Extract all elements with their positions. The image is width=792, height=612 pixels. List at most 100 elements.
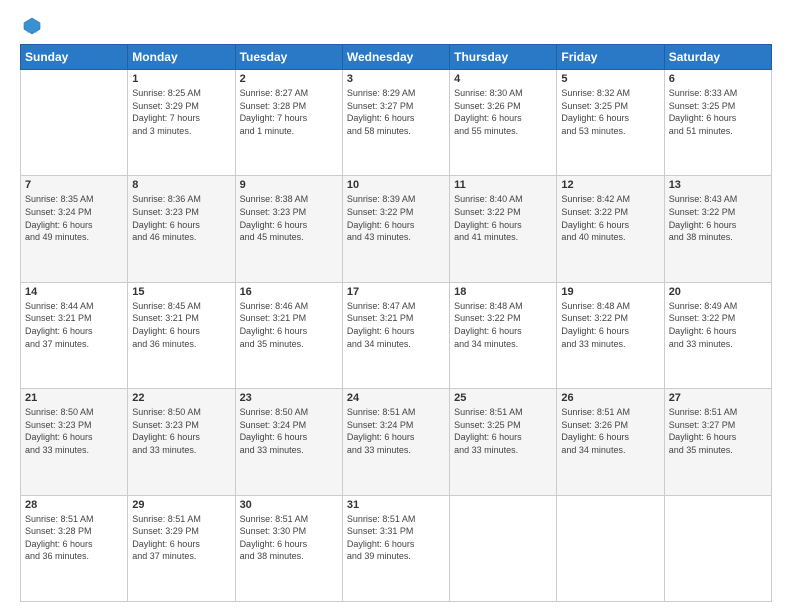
calendar-cell: 14Sunrise: 8:44 AM Sunset: 3:21 PM Dayli… — [21, 282, 128, 388]
day-number: 11 — [454, 179, 552, 191]
calendar-cell: 22 Sunrise: 8:50 AM Sunset: 3:23 PM Dayli… — [128, 389, 235, 495]
calendar-week-3: 14Sunrise: 8:44 AM Sunset: 3:21 PM Dayli… — [21, 282, 772, 388]
calendar-cell: 13Sunrise: 8:43 AM Sunset: 3:22 PM Dayli… — [664, 176, 771, 282]
day-number: 30 — [240, 499, 338, 511]
calendar-header-wednesday: Wednesday — [342, 45, 449, 70]
calendar-cell: 6 Sunrise: 8:33 AM Sunset: 3:25 PM Daylig… — [664, 70, 771, 176]
day-info: Sunrise: 8:27 AM Sunset: 3:28 PM Dayligh… — [240, 87, 338, 137]
calendar-cell — [21, 70, 128, 176]
day-number: 18 — [454, 286, 552, 298]
day-number: 12 — [561, 179, 659, 191]
day-info: Sunrise: 8:50 AM Sunset: 3:23 PM Dayligh… — [132, 406, 230, 456]
day-number: 7 — [25, 179, 123, 191]
day-number: 23 — [240, 392, 338, 404]
calendar-cell: 18Sunrise: 8:48 AM Sunset: 3:22 PM Dayli… — [450, 282, 557, 388]
calendar-week-1: 1 Sunrise: 8:25 AM Sunset: 3:29 PM Daylig… — [21, 70, 772, 176]
day-number: 10 — [347, 179, 445, 191]
calendar-header-friday: Friday — [557, 45, 664, 70]
calendar-cell: 17 Sunrise: 8:47 AM Sunset: 3:21 PM Dayli… — [342, 282, 449, 388]
day-number: 9 — [240, 179, 338, 191]
calendar-cell: 21 Sunrise: 8:50 AM Sunset: 3:23 PM Dayli… — [21, 389, 128, 495]
day-info: Sunrise: 8:30 AM Sunset: 3:26 PM Dayligh… — [454, 87, 552, 137]
calendar-cell — [557, 495, 664, 601]
day-info: Sunrise: 8:51 AM Sunset: 3:25 PM Dayligh… — [454, 406, 552, 456]
day-info: Sunrise: 8:51 AM Sunset: 3:29 PM Dayligh… — [132, 513, 230, 563]
calendar-cell: 3 Sunrise: 8:29 AM Sunset: 3:27 PM Daylig… — [342, 70, 449, 176]
calendar-header-sunday: Sunday — [21, 45, 128, 70]
calendar-cell: 30 Sunrise: 8:51 AM Sunset: 3:30 PM Dayli… — [235, 495, 342, 601]
day-info: Sunrise: 8:43 AM Sunset: 3:22 PM Dayligh… — [669, 193, 767, 243]
logo — [20, 16, 44, 36]
day-number: 27 — [669, 392, 767, 404]
day-info: Sunrise: 8:51 AM Sunset: 3:31 PM Dayligh… — [347, 513, 445, 563]
header — [20, 16, 772, 36]
calendar-cell: 8 Sunrise: 8:36 AM Sunset: 3:23 PM Daylig… — [128, 176, 235, 282]
day-number: 1 — [132, 73, 230, 85]
calendar-cell: 16 Sunrise: 8:46 AM Sunset: 3:21 PM Dayli… — [235, 282, 342, 388]
day-info: Sunrise: 8:51 AM Sunset: 3:30 PM Dayligh… — [240, 513, 338, 563]
day-info: Sunrise: 8:42 AM Sunset: 3:22 PM Dayligh… — [561, 193, 659, 243]
calendar-week-5: 28 Sunrise: 8:51 AM Sunset: 3:28 PM Dayli… — [21, 495, 772, 601]
day-info: Sunrise: 8:46 AM Sunset: 3:21 PM Dayligh… — [240, 300, 338, 350]
day-info: Sunrise: 8:51 AM Sunset: 3:26 PM Dayligh… — [561, 406, 659, 456]
day-number: 15 — [132, 286, 230, 298]
calendar-cell: 9 Sunrise: 8:38 AM Sunset: 3:23 PM Daylig… — [235, 176, 342, 282]
day-number: 22 — [132, 392, 230, 404]
day-number: 17 — [347, 286, 445, 298]
calendar: SundayMondayTuesdayWednesdayThursdayFrid… — [20, 44, 772, 602]
day-info: Sunrise: 8:44 AM Sunset: 3:21 PM Dayligh… — [25, 300, 123, 350]
day-info: Sunrise: 8:32 AM Sunset: 3:25 PM Dayligh… — [561, 87, 659, 137]
day-info: Sunrise: 8:49 AM Sunset: 3:22 PM Dayligh… — [669, 300, 767, 350]
day-number: 6 — [669, 73, 767, 85]
day-info: Sunrise: 8:39 AM Sunset: 3:22 PM Dayligh… — [347, 193, 445, 243]
calendar-cell: 15 Sunrise: 8:45 AM Sunset: 3:21 PM Dayli… — [128, 282, 235, 388]
day-info: Sunrise: 8:50 AM Sunset: 3:24 PM Dayligh… — [240, 406, 338, 456]
calendar-cell: 10 Sunrise: 8:39 AM Sunset: 3:22 PM Dayli… — [342, 176, 449, 282]
day-info: Sunrise: 8:25 AM Sunset: 3:29 PM Dayligh… — [132, 87, 230, 137]
calendar-cell: 28 Sunrise: 8:51 AM Sunset: 3:28 PM Dayli… — [21, 495, 128, 601]
day-number: 29 — [132, 499, 230, 511]
calendar-header-monday: Monday — [128, 45, 235, 70]
calendar-cell: 1 Sunrise: 8:25 AM Sunset: 3:29 PM Daylig… — [128, 70, 235, 176]
calendar-cell: 4 Sunrise: 8:30 AM Sunset: 3:26 PM Daylig… — [450, 70, 557, 176]
day-info: Sunrise: 8:51 AM Sunset: 3:28 PM Dayligh… — [25, 513, 123, 563]
calendar-cell: 7Sunrise: 8:35 AM Sunset: 3:24 PM Daylig… — [21, 176, 128, 282]
calendar-header-tuesday: Tuesday — [235, 45, 342, 70]
calendar-week-2: 7Sunrise: 8:35 AM Sunset: 3:24 PM Daylig… — [21, 176, 772, 282]
calendar-cell: 5 Sunrise: 8:32 AM Sunset: 3:25 PM Daylig… — [557, 70, 664, 176]
day-info: Sunrise: 8:45 AM Sunset: 3:21 PM Dayligh… — [132, 300, 230, 350]
calendar-cell: 12 Sunrise: 8:42 AM Sunset: 3:22 PM Dayli… — [557, 176, 664, 282]
day-info: Sunrise: 8:33 AM Sunset: 3:25 PM Dayligh… — [669, 87, 767, 137]
day-info: Sunrise: 8:48 AM Sunset: 3:22 PM Dayligh… — [561, 300, 659, 350]
day-number: 20 — [669, 286, 767, 298]
day-info: Sunrise: 8:47 AM Sunset: 3:21 PM Dayligh… — [347, 300, 445, 350]
day-info: Sunrise: 8:38 AM Sunset: 3:23 PM Dayligh… — [240, 193, 338, 243]
day-number: 24 — [347, 392, 445, 404]
logo-icon — [22, 16, 42, 36]
logo-text — [20, 16, 44, 36]
day-number: 21 — [25, 392, 123, 404]
day-number: 16 — [240, 286, 338, 298]
day-info: Sunrise: 8:51 AM Sunset: 3:24 PM Dayligh… — [347, 406, 445, 456]
day-info: Sunrise: 8:36 AM Sunset: 3:23 PM Dayligh… — [132, 193, 230, 243]
calendar-cell: 23 Sunrise: 8:50 AM Sunset: 3:24 PM Dayli… — [235, 389, 342, 495]
day-number: 28 — [25, 499, 123, 511]
calendar-week-4: 21 Sunrise: 8:50 AM Sunset: 3:23 PM Dayli… — [21, 389, 772, 495]
day-number: 2 — [240, 73, 338, 85]
calendar-header-row: SundayMondayTuesdayWednesdayThursdayFrid… — [21, 45, 772, 70]
day-number: 8 — [132, 179, 230, 191]
calendar-cell: 20 Sunrise: 8:49 AM Sunset: 3:22 PM Dayli… — [664, 282, 771, 388]
day-info: Sunrise: 8:50 AM Sunset: 3:23 PM Dayligh… — [25, 406, 123, 456]
calendar-header-thursday: Thursday — [450, 45, 557, 70]
day-info: Sunrise: 8:51 AM Sunset: 3:27 PM Dayligh… — [669, 406, 767, 456]
day-number: 3 — [347, 73, 445, 85]
day-info: Sunrise: 8:29 AM Sunset: 3:27 PM Dayligh… — [347, 87, 445, 137]
calendar-cell: 25Sunrise: 8:51 AM Sunset: 3:25 PM Dayli… — [450, 389, 557, 495]
calendar-cell: 27 Sunrise: 8:51 AM Sunset: 3:27 PM Dayli… — [664, 389, 771, 495]
day-number: 31 — [347, 499, 445, 511]
day-number: 4 — [454, 73, 552, 85]
day-number: 5 — [561, 73, 659, 85]
calendar-cell: 26Sunrise: 8:51 AM Sunset: 3:26 PM Dayli… — [557, 389, 664, 495]
day-info: Sunrise: 8:40 AM Sunset: 3:22 PM Dayligh… — [454, 193, 552, 243]
calendar-cell: 24 Sunrise: 8:51 AM Sunset: 3:24 PM Dayli… — [342, 389, 449, 495]
